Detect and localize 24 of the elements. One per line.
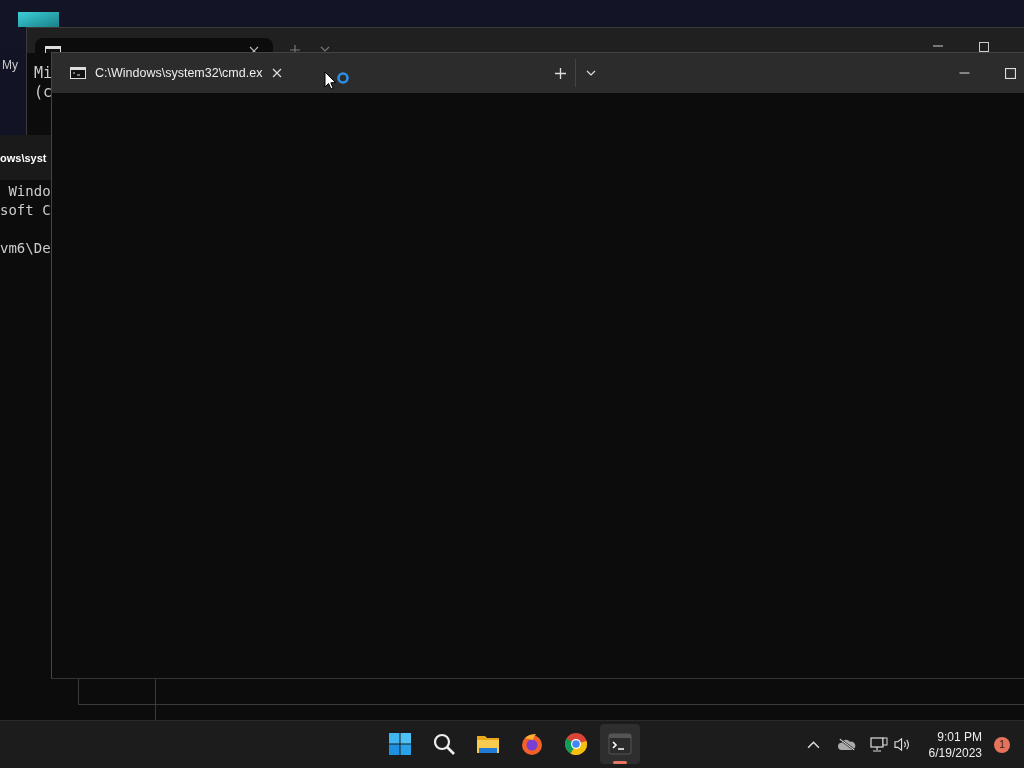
fox-browser-icon — [520, 732, 544, 756]
maximize-icon[interactable] — [1005, 67, 1016, 79]
network-icon[interactable] — [869, 736, 888, 753]
cloud-off-icon[interactable] — [837, 738, 856, 751]
terminal-icon — [608, 732, 632, 756]
maximize-icon[interactable] — [979, 42, 989, 52]
window-title: ows\syst — [0, 151, 47, 164]
console-output-line: (c — [34, 83, 53, 102]
volume-icon[interactable] — [893, 737, 911, 752]
search-icon — [432, 732, 456, 756]
chevron-up-icon[interactable] — [806, 740, 820, 749]
clock-time[interactable]: 9:01 PM — [937, 728, 982, 745]
start-icon — [388, 732, 412, 756]
round-browser-icon — [564, 732, 588, 756]
notification-badge[interactable]: 1 — [994, 736, 1010, 753]
console-output-line: soft C — [0, 201, 51, 220]
close-icon[interactable] — [272, 68, 282, 78]
console-icon — [70, 67, 86, 79]
console-output-line: Mi — [34, 64, 53, 83]
tab-title[interactable]: C:\Windows\system32\cmd.ex — [95, 66, 263, 80]
desktop-icon-label[interactable]: My — [2, 58, 18, 72]
console-output-line: vm6\De — [0, 239, 51, 258]
clock-date[interactable]: 6/19/2023 — [928, 744, 982, 761]
console-output-line: Windo — [7, 182, 51, 201]
